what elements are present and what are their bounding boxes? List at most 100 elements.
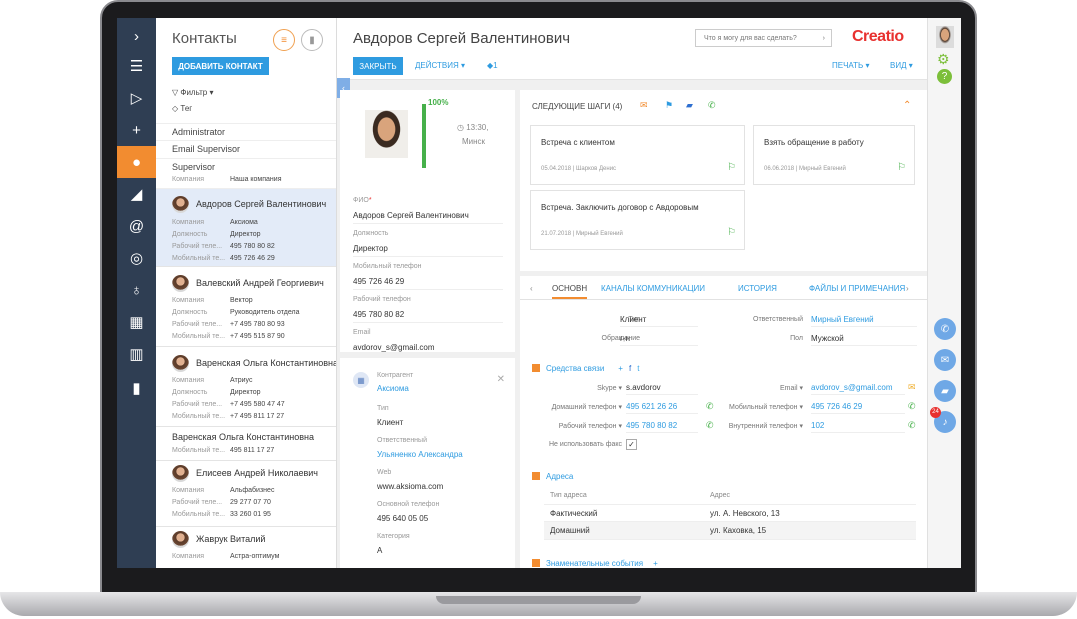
office-icon[interactable]: ▥ bbox=[117, 338, 156, 370]
chevron-right-icon: › bbox=[822, 34, 825, 42]
tab-main[interactable]: ОСНОВН bbox=[552, 284, 588, 299]
page-title: Авдоров Сергей Валентинович bbox=[353, 30, 571, 47]
balloon-icon[interactable]: ♁ bbox=[117, 274, 156, 306]
close-icon[interactable]: ✕ bbox=[497, 374, 505, 385]
contact-item[interactable]: Валевский Андрей Георгиевич Компания Вект… bbox=[156, 267, 336, 347]
call-icon[interactable]: ✆ bbox=[706, 420, 714, 431]
email-field[interactable]: avdorov_s@gmail.com bbox=[353, 343, 503, 355]
call-icon[interactable]: ✆ bbox=[908, 420, 916, 431]
tag-counter[interactable]: ◆1 bbox=[487, 61, 498, 70]
plus-icon[interactable]: + bbox=[117, 114, 156, 146]
address-type-cell: Домашний bbox=[550, 526, 590, 535]
position-field[interactable]: Директор bbox=[353, 244, 503, 257]
chevron-up-icon[interactable]: ⌃ bbox=[903, 100, 911, 111]
tab-files[interactable]: ФАЙЛЫ И ПРИМЕЧАНИЯ bbox=[809, 284, 905, 293]
print-menu[interactable]: ПЕЧАТЬ ▾ bbox=[832, 61, 870, 70]
table-row[interactable]: Домашний ул. Каховка, 15 bbox=[544, 522, 916, 540]
skype-field[interactable]: s.avdorov bbox=[626, 383, 698, 395]
group-supervisor[interactable]: Supervisor Компания Наша компания bbox=[156, 159, 336, 189]
play-icon[interactable]: ▷ bbox=[117, 82, 156, 114]
analytics-view-icon[interactable]: ▮ bbox=[301, 29, 323, 51]
mobile-phone-field[interactable]: 495 726 46 29 bbox=[353, 277, 503, 290]
menu-icon[interactable]: ☰ bbox=[117, 50, 156, 82]
tab-communication[interactable]: КАНАЛЫ КОММУНИКАЦИИ bbox=[601, 284, 705, 293]
address-type-cell: Фактический bbox=[550, 509, 598, 518]
email-field[interactable]: avdorov_s@gmail.com bbox=[811, 383, 905, 395]
no-fax-checkbox[interactable]: ✓ bbox=[626, 439, 637, 450]
chat-panel-icon[interactable]: ▰ bbox=[934, 380, 956, 402]
field-label: Мобильный телефон bbox=[353, 263, 422, 270]
list-view-icon[interactable]: ≡ bbox=[273, 29, 295, 51]
add-contact-button[interactable]: ДОБАВИТЬ КОНТАКТ bbox=[172, 57, 269, 75]
contact-item[interactable]: Жаврук Виталий Компания Астра-оптимум bbox=[156, 527, 336, 568]
next-step-card[interactable]: Взять обращение в работу 06.06.2018 | Ми… bbox=[753, 125, 915, 185]
city: Минск bbox=[462, 137, 486, 146]
contacts-icon[interactable]: ● bbox=[117, 146, 156, 178]
chevron-right-icon[interactable]: › bbox=[117, 20, 156, 52]
bar-chart-icon[interactable]: ▮ bbox=[117, 372, 156, 404]
work-phone-field[interactable]: 495 780 80 82 bbox=[353, 310, 503, 323]
view-menu[interactable]: ВИД ▾ bbox=[890, 61, 913, 70]
email-send-icon[interactable]: ✉ bbox=[908, 382, 916, 393]
next-step-card[interactable]: Встреча с клиентом 05.04.2018 | Шарков Д… bbox=[530, 125, 745, 185]
call-icon[interactable]: ✆ bbox=[706, 401, 714, 412]
field-label: Ответственный bbox=[377, 437, 427, 444]
close-button[interactable]: ЗАКРЫТЬ bbox=[353, 57, 403, 75]
chevron-left-icon[interactable]: ‹ bbox=[530, 284, 533, 293]
contact-item[interactable]: Елисеев Андрей Николаевич Компания Альфаб… bbox=[156, 461, 336, 527]
call-icon[interactable]: ✆ bbox=[708, 100, 716, 111]
actions-label: ДЕЙСТВИЯ bbox=[415, 61, 459, 70]
print-label: ПЕЧАТЬ bbox=[832, 61, 864, 70]
flag-icon[interactable]: ⚑ bbox=[665, 100, 673, 111]
tab-history[interactable]: ИСТОРИЯ bbox=[738, 284, 777, 293]
fio-field[interactable]: Авдоров Сергей Валентинович bbox=[353, 211, 503, 224]
label-text: Skype bbox=[597, 385, 617, 392]
table-row[interactable]: Фактический ул. А. Невского, 13 bbox=[544, 504, 916, 522]
actions-menu[interactable]: ДЕЙСТВИЯ ▾ bbox=[415, 61, 465, 70]
group-email-supervisor[interactable]: Email Supervisor bbox=[156, 141, 336, 159]
chevron-right-icon[interactable]: › bbox=[906, 284, 909, 293]
appeal-field[interactable]: г-н bbox=[620, 334, 698, 346]
communication-section[interactable]: Средства связи + f t bbox=[532, 364, 639, 373]
internal-phone-field[interactable]: 102 bbox=[811, 421, 905, 433]
buildings-icon[interactable]: ▦ bbox=[117, 306, 156, 338]
help-icon[interactable]: ? bbox=[937, 69, 952, 84]
gender-field[interactable]: Мужской bbox=[811, 334, 917, 346]
row-key: Рабочий теле... bbox=[172, 321, 223, 328]
email-icon[interactable]: ✉ bbox=[640, 100, 648, 111]
home-phone-field[interactable]: 495 621 26 26 bbox=[626, 402, 698, 414]
contact-item[interactable]: Авдоров Сергей Валентинович Компания Акси… bbox=[156, 189, 336, 267]
contact-item[interactable]: Варенская Ольга Константиновна Компания А… bbox=[156, 347, 336, 427]
twitter-icon[interactable]: t bbox=[637, 364, 639, 373]
mobile-phone-field[interactable]: 495 726 46 29 bbox=[811, 402, 905, 414]
facebook-icon[interactable]: f bbox=[629, 364, 631, 373]
chat-icon[interactable]: ▰ bbox=[686, 100, 693, 111]
owner-field[interactable]: Мирный Евгений bbox=[811, 315, 917, 327]
account-link[interactable]: Аксиома bbox=[377, 384, 409, 393]
flag-icon[interactable]: ⚐ bbox=[727, 162, 736, 173]
phone-panel-icon[interactable]: ✆ bbox=[934, 318, 956, 340]
tag-button[interactable]: ◇ Тег bbox=[172, 104, 192, 113]
contact-photo[interactable] bbox=[365, 110, 408, 158]
flag-icon[interactable]: ⚐ bbox=[727, 227, 736, 238]
user-avatar[interactable] bbox=[936, 26, 954, 48]
gear-icon[interactable]: ⚙ bbox=[937, 51, 950, 68]
megaphone-icon[interactable]: ◢ bbox=[117, 178, 156, 210]
addresses-section[interactable]: Адреса bbox=[532, 472, 573, 481]
type-field[interactable]: Клиент bbox=[620, 315, 698, 327]
contact-item[interactable]: Варенская Ольга Константиновна Мобильный… bbox=[156, 427, 336, 461]
filter-button[interactable]: ▽ Фильтр ▾ bbox=[172, 88, 214, 97]
email-at-icon[interactable]: @ bbox=[117, 210, 156, 242]
account-owner-link[interactable]: Ульяненко Александра bbox=[377, 450, 463, 459]
plus-icon[interactable]: + bbox=[653, 559, 658, 568]
email-panel-icon[interactable]: ✉ bbox=[934, 349, 956, 371]
target-icon[interactable]: ◎ bbox=[117, 242, 156, 274]
group-administrator[interactable]: Administrator bbox=[156, 123, 336, 141]
events-section[interactable]: Знаменательные события + bbox=[532, 559, 658, 568]
flag-icon[interactable]: ⚐ bbox=[897, 162, 906, 173]
work-phone-field[interactable]: 495 780 80 82 bbox=[626, 421, 698, 433]
command-search-input[interactable]: Что я могу для вас сделать? › bbox=[695, 29, 832, 47]
call-icon[interactable]: ✆ bbox=[908, 401, 916, 412]
plus-icon[interactable]: + bbox=[618, 364, 623, 373]
next-step-card[interactable]: Встреча. Заключить договор с Авдоровым 2… bbox=[530, 190, 745, 250]
